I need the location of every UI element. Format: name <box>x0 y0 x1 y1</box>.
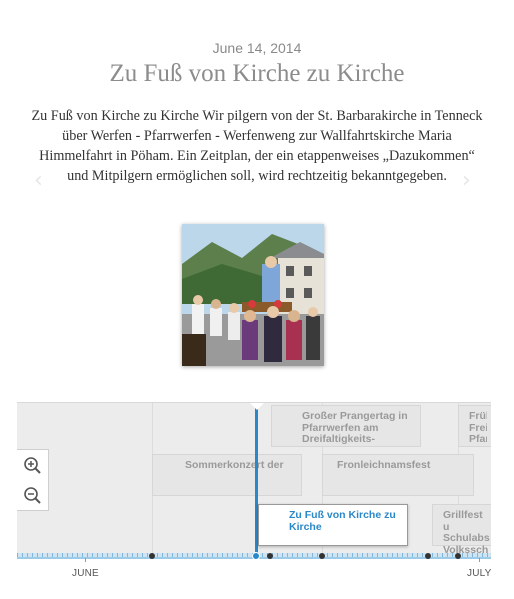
month-tick <box>479 558 480 562</box>
post-title: Zu Fuß von Kirche zu Kirche <box>109 60 405 87</box>
zoom-in-button[interactable] <box>22 455 44 477</box>
timeline-cursor-notch <box>250 403 264 410</box>
post-photo[interactable] <box>182 224 324 366</box>
timeline-event-active[interactable]: Zu Fuß von Kirche zu Kirche <box>258 504 408 546</box>
timeline-event[interactable]: Grillfest u Schulabs Volkssch <box>432 504 491 555</box>
month-tick <box>85 558 86 562</box>
timeline-event-label: Zu Fuß von Kirche zu Kirche <box>289 510 396 533</box>
timeline-event-dot[interactable] <box>425 553 431 559</box>
timeline-event-label: Sommerkonzert der <box>185 460 284 471</box>
timeline-event-label: Grillfest u Schulabs Volkssch <box>443 510 490 556</box>
zoom-out-button[interactable] <box>22 485 44 507</box>
timeline-event-dot[interactable] <box>455 553 461 559</box>
zoom-out-icon <box>24 487 41 504</box>
timeline-event[interactable]: Großer Prangertag in Pfarrwerfen am Drei… <box>271 405 421 447</box>
timeline-event[interactable]: Früh Freit Pfar <box>458 405 491 447</box>
timeline-event-dot[interactable] <box>253 553 259 559</box>
previous-arrow[interactable]: ‹ <box>34 170 46 192</box>
post-body: Zu Fuß von Kirche zu Kirche Wir pilgern … <box>31 108 483 184</box>
timeline-event-dot[interactable] <box>267 553 273 559</box>
post-date: June 14, 2014 <box>212 40 302 56</box>
timeline-event[interactable]: Fronleichnamsfest <box>322 454 474 496</box>
timeline[interactable]: Großer Prangertag in Pfarrwerfen am Drei… <box>17 402 491 559</box>
zoom-controls <box>17 449 49 511</box>
timeline-event-label: Früh Freit Pfar <box>469 411 487 445</box>
timeline-event-label: Großer Prangertag in Pfarrwerfen am Drei… <box>302 411 408 445</box>
timeline-event-dot[interactable] <box>319 553 325 559</box>
procession-photo <box>182 224 324 366</box>
zoom-in-icon <box>24 457 41 474</box>
timeline-event-label: Fronleichnamsfest <box>337 460 431 471</box>
timeline-event[interactable]: Sommerkonzert der <box>152 454 302 496</box>
next-arrow[interactable]: › <box>462 170 474 192</box>
month-label-june: JUNE <box>72 568 99 579</box>
timeline-event-dot[interactable] <box>149 553 155 559</box>
month-label-july: JULY <box>467 568 492 579</box>
